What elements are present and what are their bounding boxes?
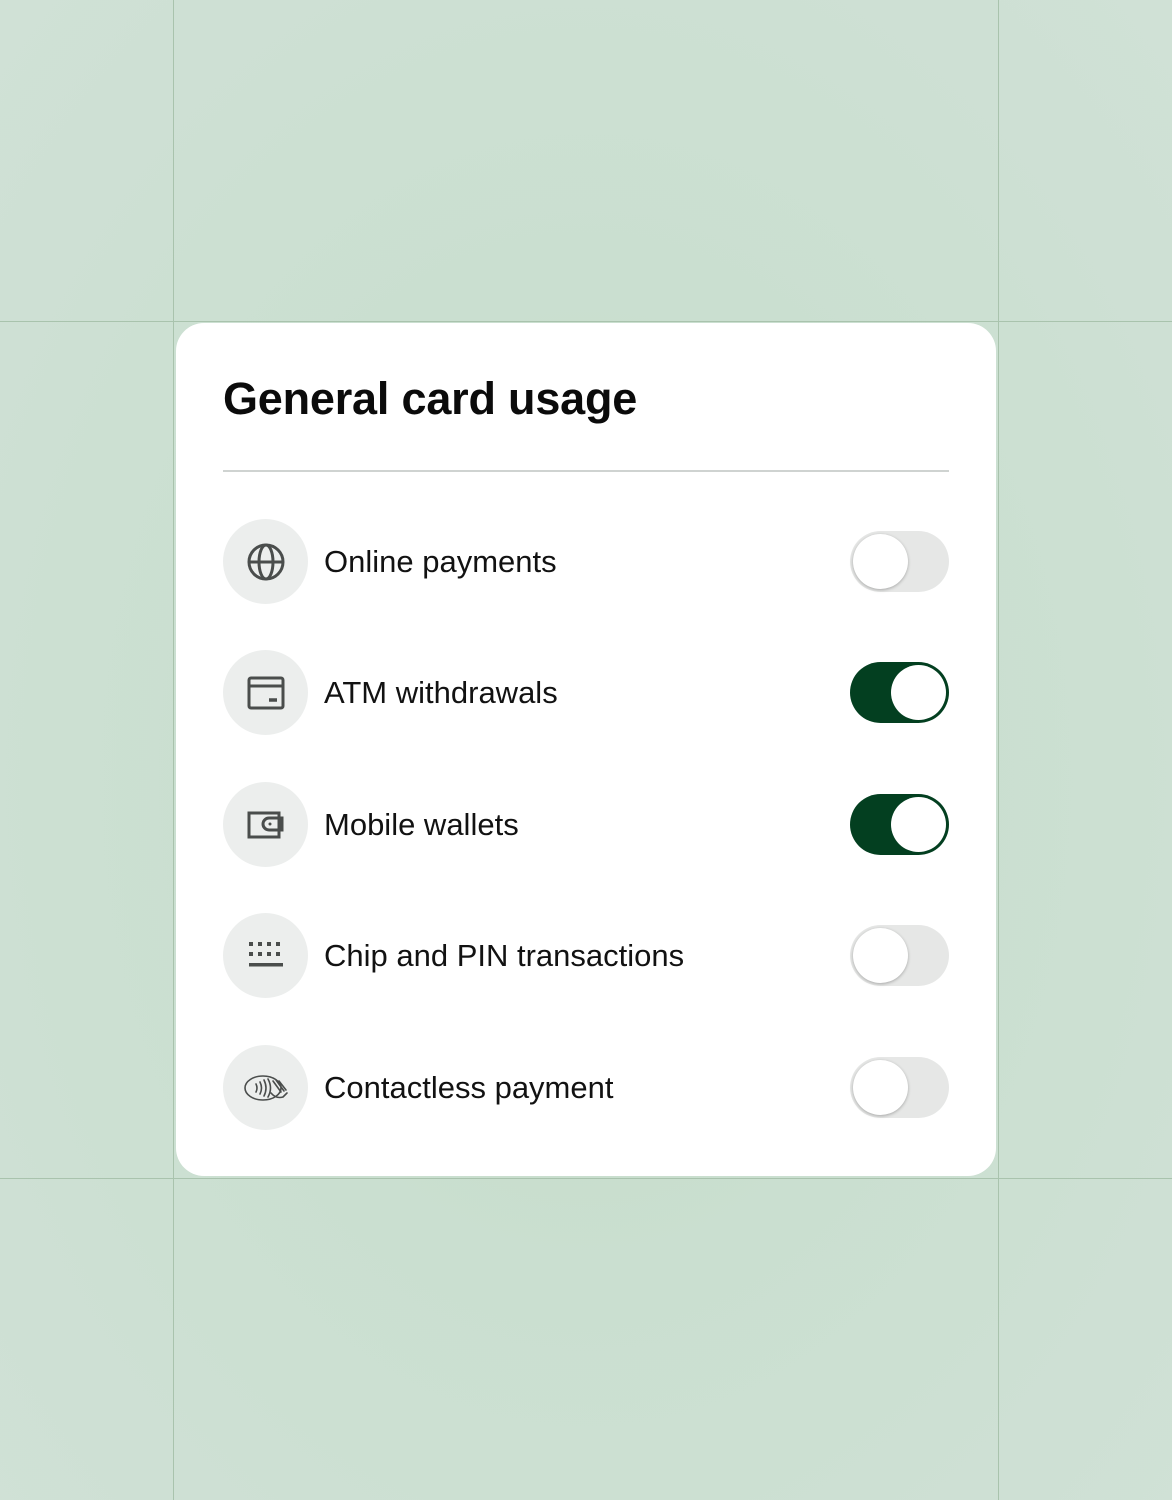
toggle-mobile-wallets[interactable] — [850, 794, 949, 855]
toggle-atm-withdrawals[interactable] — [850, 662, 949, 723]
toggle-knob — [853, 534, 908, 589]
setting-label: Contactless payment — [324, 1070, 614, 1105]
globe-icon — [223, 519, 308, 604]
keypad-icon — [223, 913, 308, 998]
setting-label: ATM withdrawals — [324, 675, 558, 710]
toggle-contactless-payment[interactable] — [850, 1057, 949, 1118]
setting-label: Mobile wallets — [324, 807, 519, 842]
toggle-chip-and-pin[interactable] — [850, 925, 949, 986]
guide-line-bottom — [0, 1178, 1172, 1179]
toggle-knob — [853, 1060, 908, 1115]
wallet-icon — [223, 782, 308, 867]
toggle-knob — [891, 797, 946, 852]
setting-row-mobile-wallets: Mobile wallets — [223, 782, 949, 868]
toggle-knob — [853, 928, 908, 983]
toggle-knob — [891, 665, 946, 720]
card-usage-panel: General card usage Online payments ATM w… — [176, 323, 996, 1176]
guide-line-top — [0, 321, 1172, 322]
divider — [223, 470, 949, 472]
guide-line-right — [998, 0, 999, 1500]
panel-title: General card usage — [223, 373, 638, 424]
setting-label: Chip and PIN transactions — [324, 938, 685, 973]
setting-row-contactless-payment: Contactless payment — [223, 1045, 949, 1131]
setting-label: Online payments — [324, 544, 557, 579]
atm-icon — [223, 650, 308, 735]
setting-row-online-payments: Online payments — [223, 519, 949, 605]
toggle-online-payments[interactable] — [850, 531, 949, 592]
setting-row-chip-and-pin: Chip and PIN transactions — [223, 913, 949, 999]
contactless-icon — [223, 1045, 308, 1130]
guide-line-left — [173, 0, 174, 1500]
setting-row-atm-withdrawals: ATM withdrawals — [223, 650, 949, 736]
